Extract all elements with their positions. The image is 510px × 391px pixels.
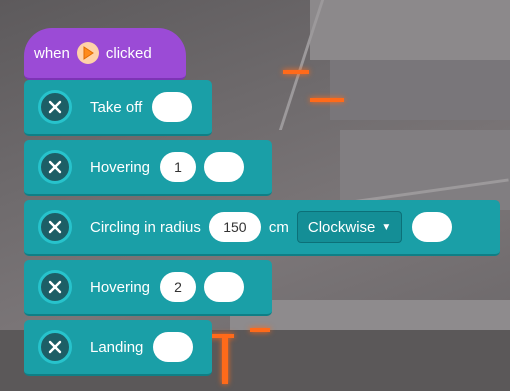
drone-icon	[38, 150, 72, 184]
take-off-slot[interactable]	[152, 92, 193, 122]
drone-icon	[38, 210, 72, 244]
chevron-down-icon: ▼	[381, 221, 392, 233]
hovering-duration-input[interactable]: 2	[160, 272, 197, 302]
take-off-label: Take off	[90, 98, 143, 116]
landing-label: Landing	[90, 338, 144, 356]
radius-input[interactable]: 150	[208, 212, 261, 242]
hovering-slot[interactable]	[204, 152, 245, 182]
hovering-block-2[interactable]: Hovering 2	[24, 260, 272, 316]
hovering-duration-input[interactable]: 1	[160, 152, 197, 182]
hat-when-label: when	[34, 44, 70, 62]
circling-slot[interactable]	[412, 212, 453, 242]
circling-label: Circling in radius	[90, 218, 201, 236]
direction-dropdown[interactable]: Clockwise ▼	[296, 211, 403, 243]
take-off-block[interactable]: Take off	[24, 80, 212, 136]
landing-block[interactable]: Landing	[24, 320, 212, 376]
hovering-block-1[interactable]: Hovering 1	[24, 140, 272, 196]
hovering-label: Hovering	[90, 158, 151, 176]
direction-dropdown-value: Clockwise	[307, 218, 376, 236]
drone-icon	[38, 90, 72, 124]
hovering-label: Hovering	[90, 278, 151, 296]
drone-icon	[38, 270, 72, 304]
drone-icon	[38, 330, 72, 364]
hat-clicked-label: clicked	[105, 44, 152, 62]
when-flag-clicked-block[interactable]: when clicked	[24, 28, 186, 80]
circling-block[interactable]: Circling in radius 150 cm Clockwise ▼	[24, 200, 500, 256]
hovering-slot[interactable]	[204, 272, 245, 302]
landing-slot[interactable]	[153, 332, 194, 362]
radius-unit-label: cm	[268, 218, 289, 236]
play-flag-icon	[76, 42, 99, 64]
